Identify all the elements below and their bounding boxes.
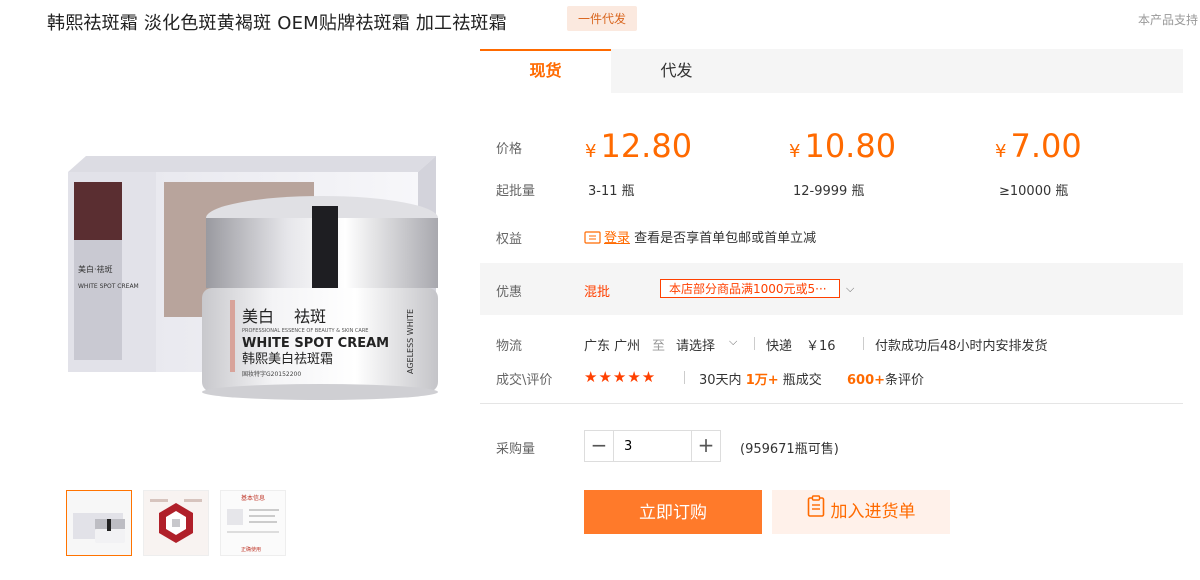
logistics-label: 物流 xyxy=(496,339,523,354)
clipboard-icon xyxy=(807,490,825,534)
rights-text: 查看是否享首单包邮或首单立减 xyxy=(634,231,817,246)
thumbnail-2[interactable] xyxy=(143,490,209,556)
sales-summary: 30天内 1万+ 瓶成交 xyxy=(699,369,822,388)
thumbnail-3[interactable]: 基本信息 正确使用 xyxy=(220,490,286,556)
increase-button[interactable]: + xyxy=(691,431,720,461)
origin-location: 广东 广州 xyxy=(584,339,641,354)
price-tier-3: ¥7.00 xyxy=(995,127,1082,165)
destination-select[interactable]: 请选择 xyxy=(676,335,715,354)
promo-label: 优惠 xyxy=(496,285,523,300)
available-stock: (959671瓶可售) xyxy=(740,442,839,457)
review-count: 600+ xyxy=(847,373,886,388)
sales-suffix: 瓶成交 xyxy=(782,373,822,388)
review-summary[interactable]: 600+条评价 xyxy=(847,369,924,388)
add-to-cart-label: 加入进货单 xyxy=(830,502,916,522)
dropship-badge: 一件代发 xyxy=(567,6,638,31)
price-value: 7.00 xyxy=(1010,127,1082,165)
price-label: 价格 xyxy=(496,142,523,157)
jar-en-title: WHITE SPOT CREAM xyxy=(242,336,389,351)
chevron-down-icon[interactable]: ⌵ xyxy=(729,335,737,349)
rights-label: 权益 xyxy=(496,232,523,247)
main-product-image: 美白·祛斑 WHITE SPOT CREAM 美白 祛斑 PROFESSIONA… xyxy=(60,110,460,440)
jar-registration: 国妆特字G20152200 xyxy=(242,370,301,378)
rating-stars: ★★★★★ xyxy=(584,368,657,386)
jar-title-2: 祛斑 xyxy=(294,307,326,326)
chevron-down-icon[interactable]: ⌵ xyxy=(846,282,854,296)
rights-row: 登录 查看是否享首单包邮或首单立减 xyxy=(584,227,816,249)
moq-tier-3: ≥10000 瓶 xyxy=(999,184,1069,199)
price-value: 12.80 xyxy=(600,127,693,165)
shipping-note: 付款成功后48小时内安排发货 xyxy=(875,339,1048,354)
shipping-fee: ￥16 xyxy=(806,339,836,354)
moq-tier-1: 3-11 瓶 xyxy=(588,184,635,199)
thumbnail-3-label: 基本信息 xyxy=(241,494,265,502)
quantity-stepper: − + xyxy=(584,430,721,462)
review-suffix: 条评价 xyxy=(885,373,925,388)
sales-prefix: 30天内 xyxy=(699,373,742,388)
sales-count: 1万+ xyxy=(745,373,779,388)
currency-symbol: ¥ xyxy=(585,141,597,162)
product-title: 韩熙祛斑霜 淡化色斑黄褐斑 OEM贴牌祛斑霜 加工祛斑霜 xyxy=(47,13,507,34)
add-to-cart-button[interactable]: 加入进货单 xyxy=(772,490,950,534)
divider xyxy=(684,371,685,384)
jar-subtitle: PROFESSIONAL ESSENCE OF BEAUTY & SKIN CA… xyxy=(242,328,368,334)
divider xyxy=(863,337,864,350)
store-coupon[interactable]: 本店部分商品满1000元或5··· xyxy=(660,279,840,298)
login-link[interactable]: 登录 xyxy=(604,231,630,246)
quantity-input[interactable] xyxy=(614,431,691,461)
currency-symbol: ¥ xyxy=(789,141,801,162)
price-value: 10.80 xyxy=(804,127,897,165)
box-side-en: WHITE SPOT CREAM xyxy=(78,283,139,290)
decrease-button[interactable]: − xyxy=(585,431,614,461)
shipping-method: 快递 xyxy=(766,339,793,354)
quantity-label: 采购量 xyxy=(496,442,536,457)
buy-now-button[interactable]: 立即订购 xyxy=(584,490,762,534)
jar-cn-title: 韩熙美白祛斑霜 xyxy=(242,351,333,367)
box-side-text: 美白·祛斑 xyxy=(78,264,113,274)
tab-dropship[interactable]: 代发 xyxy=(611,49,742,93)
thumbnail-3-footer: 正确使用 xyxy=(241,546,261,553)
support-notice: 本产品支持 xyxy=(1138,13,1199,27)
thumbnail-1[interactable] xyxy=(66,490,132,556)
jar-side-text: AGELESS WHITE xyxy=(406,309,415,374)
coupon-icon xyxy=(584,230,601,249)
price-tier-1: ¥12.80 xyxy=(585,127,692,165)
moq-label: 起批量 xyxy=(496,184,536,199)
jar-title: 美白 xyxy=(242,307,274,326)
purchase-mode-tabs: 现货 代发 xyxy=(480,49,1183,93)
price-tier-2: ¥10.80 xyxy=(789,127,896,165)
moq-tier-2: 12-9999 瓶 xyxy=(793,184,865,199)
currency-symbol: ¥ xyxy=(995,141,1007,162)
to-text: 至 xyxy=(652,339,666,354)
tab-in-stock[interactable]: 现货 xyxy=(480,49,611,93)
mixed-batch-tag: 混批 xyxy=(584,285,611,300)
section-divider xyxy=(480,403,1183,404)
reviews-label: 成交\评价 xyxy=(496,373,553,388)
divider xyxy=(754,337,755,350)
